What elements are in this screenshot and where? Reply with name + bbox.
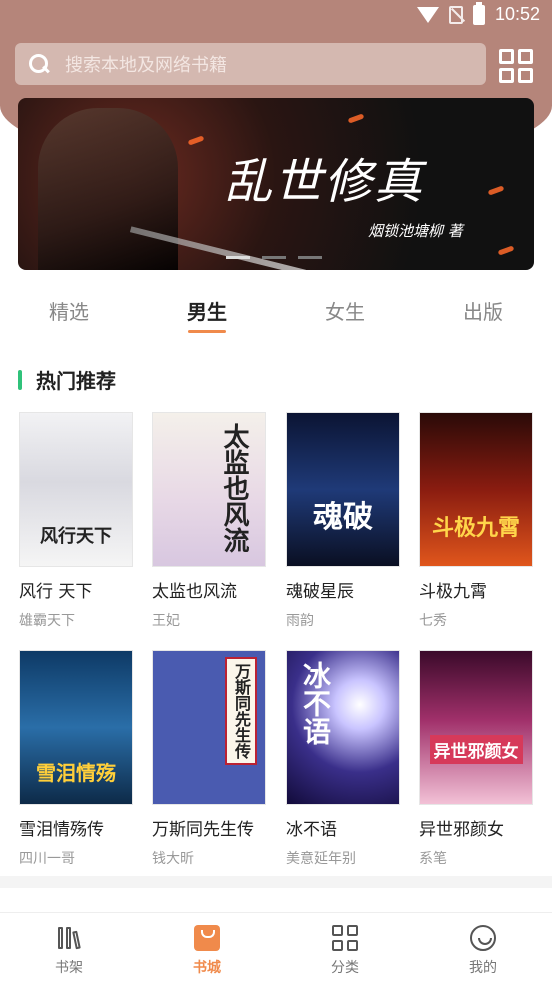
status-bar: 10:52 [0,0,552,32]
tab-publishing[interactable]: 出版 [443,296,523,325]
cover-title: 风行天下 [40,526,112,547]
book-author: 雄霸天下 [19,613,75,629]
cover-title: 万斯同先生传 [225,657,257,765]
book-cover: 冰不语 [286,650,400,805]
banner-pagination [226,256,322,259]
book-author: 王妃 [152,613,180,629]
cover-title: 异世邪颜女 [429,735,523,764]
no-sim-icon [448,5,463,24]
banner-spark [187,135,205,146]
book-title: 异世邪颜女 [419,820,504,840]
pagination-dot[interactable] [262,256,286,259]
banner-spark [497,245,515,256]
nav-profile[interactable]: 我的 [443,925,523,977]
cover-title: 太监也风流 [219,423,249,553]
bottom-navigation: 书架 书城 分类 我的 [0,912,552,983]
book-card[interactable]: 太监也风流 太监也风流 王妃 [152,412,266,630]
book-title: 雪泪情殇传 [19,820,104,840]
book-cover: 异世邪颜女 [419,650,533,805]
book-cover: 太监也风流 [152,412,266,567]
battery-icon [472,1,485,25]
scan-grid-button[interactable] [499,49,533,83]
book-author: 雨韵 [286,613,314,629]
search-placeholder: 搜索本地及网络书籍 [65,55,227,76]
pagination-dot[interactable] [298,256,322,259]
bookshelf-icon [56,925,82,951]
book-card[interactable]: 斗极九霄 斗极九霄 七秀 [419,412,533,630]
nav-label: 我的 [469,960,497,976]
pagination-dot[interactable] [226,256,250,259]
section-header: 热门推荐 [18,365,116,394]
section-divider [0,876,552,888]
book-cover: 魂破 [286,412,400,567]
category-tabs: 精选 男生 女生 出版 [0,296,552,340]
store-bag-icon [194,925,220,951]
search-icon [29,54,49,74]
cover-title: 雪泪情殇 [36,761,116,785]
book-card[interactable]: 雪泪情殇 雪泪情殇传 四川一哥 [19,650,133,868]
book-title: 魂破星辰 [286,582,354,602]
section-title: 热门推荐 [36,369,116,393]
book-title: 万斯同先生传 [152,820,254,840]
book-author: 钱大昕 [152,851,194,867]
nav-label: 书架 [55,960,83,976]
book-author: 四川一哥 [19,851,75,867]
nav-bookshelf[interactable]: 书架 [29,925,109,977]
profile-smile-icon [470,925,496,951]
active-tab-indicator [188,330,226,333]
book-card[interactable]: 魂破 魂破星辰 雨韵 [286,412,400,630]
book-cover: 万斯同先生传 [152,650,266,805]
book-card[interactable]: 异世邪颜女 异世邪颜女 系笔 [419,650,533,868]
book-author: 系笔 [419,851,447,867]
book-card[interactable]: 冰不语 冰不语 美意延年别 [286,650,400,868]
grid-icon [499,49,514,64]
promo-banner[interactable]: 乱世修真 烟锁池塘柳 著 [18,98,534,270]
book-title: 太监也风流 [152,582,237,602]
tab-female[interactable]: 女生 [305,296,385,325]
nav-label: 分类 [331,960,359,976]
book-title: 冰不语 [286,820,337,840]
banner-spark [487,185,505,196]
book-title: 斗极九霄 [419,582,487,602]
nav-category[interactable]: 分类 [305,925,385,977]
book-cover: 斗极九霄 [419,412,533,567]
section-accent-bar [18,369,22,390]
category-grid-icon [332,925,358,951]
book-author: 七秀 [419,613,447,629]
book-card[interactable]: 风行天下 风行 天下 雄霸天下 [19,412,133,630]
banner-spark [347,113,365,124]
tab-male[interactable]: 男生 [167,296,247,325]
banner-title: 乱世修真 [224,154,425,210]
book-cover: 风行天下 [19,412,133,567]
tab-featured[interactable]: 精选 [29,296,109,325]
cover-title: 冰不语 [299,661,332,745]
status-time: 10:52 [494,4,540,24]
book-author: 美意延年别 [286,851,356,867]
nav-label: 书城 [193,960,221,976]
book-cover: 雪泪情殇 [19,650,133,805]
cover-title: 斗极九霄 [431,515,520,541]
wifi-icon [416,6,439,23]
banner-author: 烟锁池塘柳 著 [368,222,463,240]
cover-title: 魂破 [313,500,373,535]
book-title: 风行 天下 [19,582,93,602]
nav-store[interactable]: 书城 [167,925,247,977]
book-card[interactable]: 万斯同先生传 万斯同先生传 钱大昕 [152,650,266,868]
search-input[interactable]: 搜索本地及网络书籍 [15,43,486,85]
banner-character-image [38,108,178,270]
